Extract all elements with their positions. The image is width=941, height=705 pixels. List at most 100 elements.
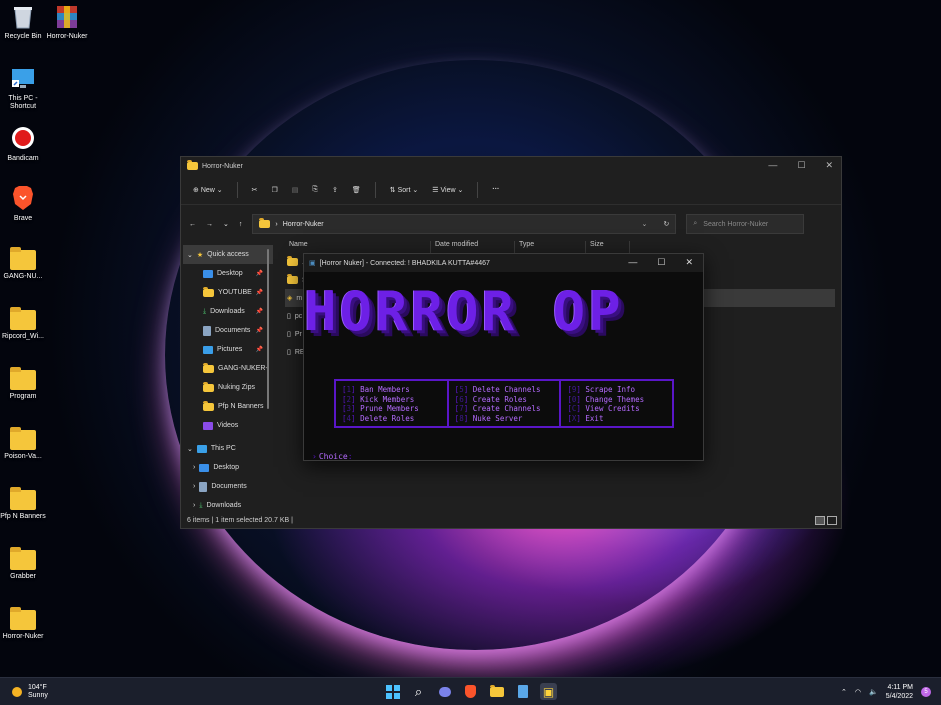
desktop-icon-folder[interactable]: Program: [0, 367, 46, 401]
prompt-arrow-icon: ›: [312, 452, 317, 461]
pin-icon: 📌: [255, 309, 263, 315]
choice-prompt[interactable]: › Choice:: [312, 452, 353, 461]
nav-item-desktop[interactable]: Desktop 📌: [183, 264, 273, 283]
folder-icon: [10, 427, 36, 450]
nav-item-pictures[interactable]: Pictures 📌: [183, 340, 273, 359]
recent-chevron-icon[interactable]: ⌄: [223, 220, 229, 228]
nav-item-gang-nuker[interactable]: GANG-NUKER-: [183, 359, 273, 378]
monitor-icon: [196, 444, 207, 453]
nav-quick-access[interactable]: ⌄ ★ Quick access: [183, 245, 273, 264]
desktop-icon-bandicam[interactable]: Bandicam: [0, 126, 46, 163]
notification-badge[interactable]: 5: [921, 687, 931, 697]
desktop-icon-folder[interactable]: Poison-Va...: [0, 427, 46, 461]
explorer-titlebar[interactable]: Horror-Nuker: [181, 157, 841, 175]
address-row: ← → ⌄ ↑ › Horror-Nuker ⌄ ↻ ⌕ Search Horr…: [181, 211, 841, 237]
maximize-button[interactable]: ☐: [657, 257, 665, 268]
column-name[interactable]: Name: [285, 241, 431, 253]
new-button[interactable]: ⊕ New ⌄: [193, 186, 223, 194]
menu-option-label: View Credits: [585, 404, 640, 413]
window-controls: — ☐ ✕: [768, 160, 833, 171]
desktop-icon-this-pc[interactable]: This PC - Shortcut: [0, 66, 46, 111]
file-explorer-taskbar-button[interactable]: [488, 683, 505, 700]
minimize-button[interactable]: —: [628, 257, 637, 268]
chat-button[interactable]: [436, 683, 453, 700]
column-date-modified[interactable]: Date modified: [431, 241, 515, 253]
clock[interactable]: 4:11 PM 5/4/2022: [886, 683, 913, 701]
more-options-icon[interactable]: ···: [492, 186, 499, 193]
nav-item-downloads[interactable]: ⤓ Downloads 📌: [183, 302, 273, 321]
menu-option: [6] Create Roles: [455, 395, 560, 405]
bracket: ]: [351, 404, 361, 413]
desktop-icon-recycle-bin[interactable]: Recycle Bin: [0, 4, 46, 41]
nav-item-pfp-n-banners[interactable]: Pfp N Banners: [183, 397, 273, 416]
start-button[interactable]: [384, 683, 401, 700]
address-bar[interactable]: › Horror-Nuker ⌄ ↻: [252, 214, 677, 234]
nav-scrollbar[interactable]: [267, 249, 269, 409]
notepad-taskbar-button[interactable]: [514, 683, 531, 700]
weather-widget[interactable]: 104°F Sunny: [12, 684, 48, 700]
desktop-icon-folder[interactable]: GANG-NU...: [0, 247, 46, 281]
share-icon[interactable]: ⇪: [332, 186, 338, 194]
python-icon: ▣: [542, 684, 555, 699]
menu-option: [7] Create Channels: [455, 404, 560, 414]
desktop-icon-folder[interactable]: Pfp N Banners: [0, 487, 46, 521]
console-window[interactable]: ▣ [Horror Nuker] - Connected: ! BHADKILA…: [303, 253, 704, 461]
desktop-icon-folder[interactable]: Ripcord_Wi...: [0, 307, 46, 341]
minimize-button[interactable]: —: [768, 160, 777, 171]
search-input[interactable]: ⌕ Search Horror-Nuker: [686, 214, 805, 234]
star-icon: ★: [196, 251, 204, 259]
brave-lion-icon: [13, 186, 33, 210]
download-icon: ⤓: [203, 307, 207, 315]
nav-pc-desktop[interactable]: › Desktop: [183, 458, 273, 477]
volume-icon[interactable]: 🔈: [869, 688, 878, 696]
desktop-icon-horror-nuker-archive[interactable]: Horror-Nuker: [44, 4, 90, 41]
cut-icon[interactable]: ✂: [252, 186, 258, 194]
delete-icon[interactable]: 🗑: [352, 186, 361, 194]
wifi-icon[interactable]: ◠: [855, 688, 861, 696]
details-view-icon[interactable]: [815, 516, 825, 525]
maximize-button[interactable]: ☐: [797, 160, 805, 171]
nav-item-videos[interactable]: Videos: [183, 416, 273, 435]
menu-option-label: Delete Roles: [360, 413, 415, 423]
folder-icon: [187, 160, 198, 170]
sort-button[interactable]: ⇅ Sort ⌄: [390, 186, 418, 194]
refresh-icon[interactable]: ↻: [664, 220, 670, 228]
column-type[interactable]: Type: [515, 241, 586, 253]
menu-option: [9] Scrape Info: [567, 385, 672, 395]
desktop-icon-folder[interactable]: Horror-Nuker: [0, 607, 46, 641]
view-button[interactable]: ☰ View ⌄: [432, 186, 463, 194]
desktop-icon-brave[interactable]: Brave: [0, 184, 46, 223]
copy-icon[interactable]: ❐: [272, 186, 278, 194]
videos-icon: [203, 421, 213, 430]
python-taskbar-button[interactable]: ▣: [540, 683, 557, 700]
close-button[interactable]: ✕: [825, 160, 833, 171]
chevron-right-icon: ›: [193, 464, 196, 471]
chat-icon: [438, 686, 451, 697]
search-button[interactable]: ⌕: [410, 683, 427, 700]
column-size[interactable]: Size: [586, 241, 630, 253]
chevron-up-icon[interactable]: ⌃: [841, 688, 847, 696]
menu-option: [5] Delete Channels: [455, 385, 560, 395]
paste-icon[interactable]: ▤: [292, 186, 299, 194]
nav-pc-downloads[interactable]: › ⤓ Downloads: [183, 496, 273, 515]
nav-item-documents[interactable]: Documents 📌: [183, 321, 273, 340]
nav-item-youtube[interactable]: YOUTUBE 📌: [183, 283, 273, 302]
weather-temp: 104°F: [28, 684, 47, 691]
search-icon: ⌕: [414, 683, 423, 699]
bracket: ]: [463, 404, 473, 413]
nav-item-nuking-zips[interactable]: Nuking Zips: [183, 378, 273, 397]
desktop-icon-folder[interactable]: Grabber: [0, 547, 46, 581]
rename-icon[interactable]: ⎘: [312, 186, 318, 194]
desktop-icon: [199, 463, 210, 472]
tiles-view-icon[interactable]: [827, 516, 837, 525]
forward-arrow-icon[interactable]: →: [206, 221, 213, 228]
winrar-archive-icon: [57, 6, 77, 28]
close-button[interactable]: ✕: [685, 257, 693, 268]
brave-taskbar-button[interactable]: [462, 683, 479, 700]
up-arrow-icon[interactable]: ↑: [239, 221, 243, 228]
chevron-down-icon: ⌄: [187, 251, 193, 259]
nav-pc-documents[interactable]: › Documents: [183, 477, 273, 496]
back-arrow-icon[interactable]: ←: [189, 221, 196, 228]
chevron-down-icon[interactable]: ⌄: [642, 220, 648, 228]
nav-this-pc[interactable]: ⌄ This PC: [183, 439, 273, 458]
